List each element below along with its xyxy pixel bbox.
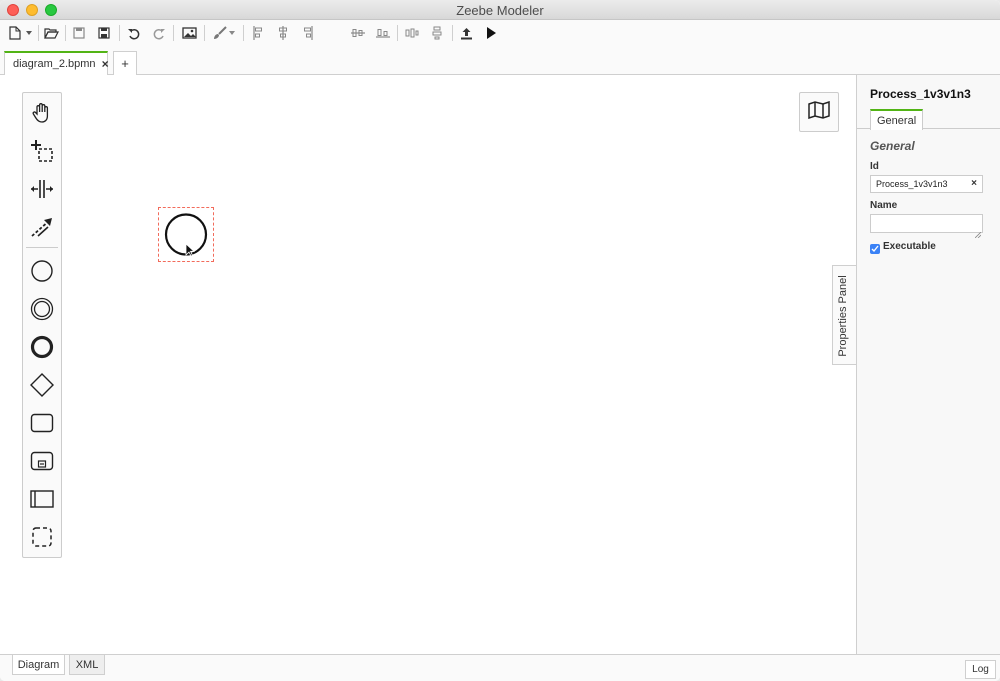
toolbar-divider (173, 25, 174, 41)
hand-tool-icon[interactable] (23, 96, 61, 130)
tab-xml[interactable]: XML (69, 655, 105, 675)
mouse-cursor-icon (185, 243, 196, 262)
minimap-toggle-button[interactable] (799, 92, 839, 132)
properties-panel-toggle-label: Properties Panel (837, 275, 849, 357)
new-tab-button[interactable]: + (113, 51, 137, 75)
bottom-bar: Diagram XML Log (0, 654, 1000, 681)
open-folder-icon[interactable] (42, 23, 60, 43)
close-tab-icon[interactable]: × (102, 57, 109, 71)
save-as-icon[interactable] (96, 23, 112, 43)
toolbar-divider (397, 25, 398, 41)
executable-checkbox[interactable] (870, 244, 880, 254)
dropdown-arrow-icon[interactable] (228, 23, 236, 43)
group-icon[interactable] (23, 520, 61, 554)
toolbar-divider (243, 25, 244, 41)
checkmark-icon (871, 245, 879, 253)
deploy-icon[interactable] (458, 23, 474, 43)
resize-handle-icon[interactable] (974, 225, 982, 239)
subprocess-icon[interactable] (23, 444, 61, 478)
align-bottom-icon[interactable] (375, 23, 391, 43)
start-instance-icon[interactable] (483, 23, 499, 43)
distribute-vertical-icon[interactable] (429, 23, 445, 43)
file-tab[interactable]: diagram_2.bpmn × (4, 51, 109, 75)
palette-divider (26, 247, 58, 248)
diagram-canvas[interactable] (5, 75, 856, 654)
toolbar-divider (204, 25, 205, 41)
file-tab-bar: diagram_2.bpmn × + (0, 46, 1000, 75)
space-tool-icon[interactable] (23, 172, 61, 206)
export-image-icon[interactable] (180, 23, 198, 43)
properties-tabs: General (857, 109, 1000, 130)
toolbar-divider (65, 25, 66, 41)
start-event-icon[interactable] (23, 254, 61, 288)
name-field[interactable] (870, 214, 983, 239)
gateway-icon[interactable] (23, 368, 61, 402)
toolbar-divider (38, 25, 39, 41)
lasso-tool-icon[interactable] (23, 134, 61, 168)
task-icon[interactable] (23, 406, 61, 440)
distribute-horizontal-icon[interactable] (404, 23, 420, 43)
plus-icon: + (121, 56, 129, 71)
save-icon[interactable] (71, 23, 87, 43)
id-field-value: Process_1v3v1n3 (876, 179, 948, 189)
pool-icon[interactable] (23, 482, 61, 516)
app-window: Zeebe Modeler diagram_2.bpmn × + Propert… (0, 0, 1000, 681)
tab-diagram[interactable]: Diagram (12, 655, 65, 675)
properties-title: Process_1v3v1n3 (870, 87, 971, 101)
align-left-icon[interactable] (250, 23, 266, 43)
id-field[interactable]: Process_1v3v1n3 × (870, 175, 983, 193)
color-brush-icon[interactable] (210, 23, 228, 43)
name-label: Name (870, 200, 898, 211)
align-middle-icon[interactable] (350, 23, 366, 43)
undo-icon[interactable] (126, 23, 142, 43)
global-connect-icon[interactable] (23, 210, 61, 244)
id-label: Id (870, 161, 879, 172)
redo-icon[interactable] (150, 23, 166, 43)
tab-general[interactable]: General (870, 109, 924, 130)
intermediate-event-icon[interactable] (23, 292, 61, 326)
align-center-icon[interactable] (275, 23, 291, 43)
executable-label: Executable (883, 241, 936, 252)
new-file-icon[interactable] (7, 23, 23, 43)
log-button[interactable]: Log (965, 660, 996, 679)
properties-panel: Process_1v3v1n3 General General Id Proce… (856, 75, 1000, 654)
window-title: Zeebe Modeler (456, 3, 544, 18)
end-event-icon[interactable] (23, 330, 61, 364)
clear-id-icon[interactable]: × (971, 178, 977, 189)
group-general-title: General (870, 139, 915, 153)
title-bar: Zeebe Modeler (0, 0, 1000, 20)
file-tab-label: diagram_2.bpmn (13, 58, 96, 70)
dropdown-arrow-icon[interactable] (24, 23, 34, 43)
map-icon (808, 100, 830, 124)
align-right-icon[interactable] (300, 23, 316, 43)
toolbar (0, 20, 1000, 46)
properties-panel-toggle[interactable]: Properties Panel (832, 265, 856, 365)
toolbar-divider (452, 25, 453, 41)
toolbar-divider (119, 25, 120, 41)
tool-palette (22, 92, 62, 558)
